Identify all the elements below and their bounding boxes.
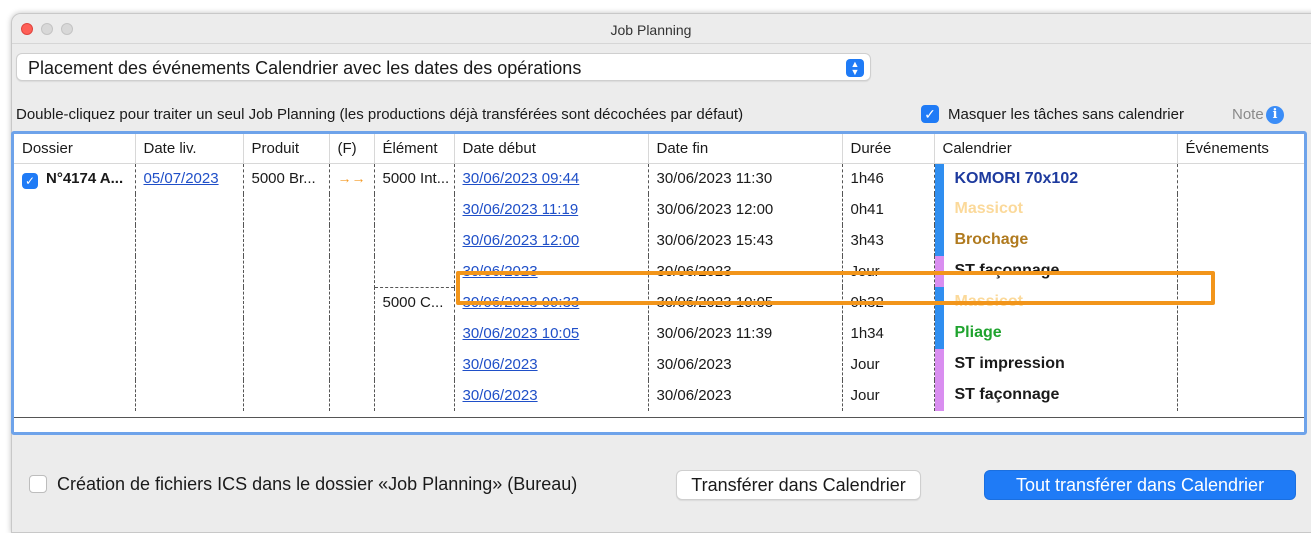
table-bottom-line <box>14 417 1304 418</box>
date-fin-cell: 30/06/2023 15:43 <box>648 225 843 256</box>
column-header-duree[interactable]: Durée <box>842 134 935 164</box>
title-bar: Job Planning <box>12 14 1311 44</box>
calendar-name: Pliage <box>954 324 1002 341</box>
calendrier-cell: Massicot <box>934 194 1178 225</box>
forward-arrow-icon: →→ <box>337 169 366 186</box>
column-header-f[interactable]: (F) <box>329 134 375 164</box>
duree-cell: 1h34 <box>842 318 935 349</box>
calendar-color-bar <box>934 318 944 349</box>
column-header-date-fin[interactable]: Date fin <box>648 134 843 164</box>
ics-files-checkbox[interactable] <box>29 475 47 493</box>
date-debut-link[interactable]: 30/06/2023 10:05 <box>463 325 580 342</box>
calendrier-cell: Brochage <box>934 225 1178 256</box>
duree-cell: 1h46 <box>842 163 935 194</box>
calendar-color-bar <box>934 380 944 411</box>
duree-cell: 0h41 <box>842 194 935 225</box>
mask-tasks-label[interactable]: Masquer les tâches sans calendrier <box>948 106 1184 123</box>
date-fin-cell: 30/06/2023 12:00 <box>648 194 843 225</box>
info-icon[interactable]: i <box>1266 106 1284 124</box>
mask-tasks-checkbox[interactable]: ✓ <box>921 105 939 123</box>
calendar-name: KOMORI 70x102 <box>954 169 1079 187</box>
placement-mode-value: Placement des événements Calendrier avec… <box>28 58 582 78</box>
transfer-button[interactable]: Transférer dans Calendrier <box>676 470 921 500</box>
calendar-color-bar <box>934 349 944 380</box>
calendrier-cell: Pliage <box>934 318 1178 349</box>
job-row-checkbox[interactable]: ✓ <box>22 172 38 189</box>
evenements-cell <box>1177 194 1304 225</box>
calendar-name: ST impression <box>954 355 1065 372</box>
calendar-name: Brochage <box>954 231 1029 248</box>
produit-cell: 5000 Br... <box>243 163 330 411</box>
evenements-cell <box>1177 225 1304 256</box>
calendrier-cell: ST façonnage <box>934 380 1178 411</box>
transfer-all-button[interactable]: Tout transférer dans Calendrier <box>984 470 1296 500</box>
evenements-cell <box>1177 163 1304 194</box>
calendar-color-bar <box>934 225 944 256</box>
up-down-arrows-icon: ▲ ▼ <box>846 59 864 77</box>
dossier-value: N°4174 A... <box>46 169 124 187</box>
instructions-text: Double-cliquez pour traiter un seul Job … <box>16 106 744 123</box>
evenements-cell <box>1177 349 1304 380</box>
calendar-name: ST façonnage <box>954 386 1060 403</box>
placement-mode-popup[interactable]: Placement des événements Calendrier avec… <box>16 53 871 81</box>
element-cell: 5000 C... <box>374 286 455 411</box>
calendar-name: Massicot <box>954 200 1023 217</box>
column-header-date-debut[interactable]: Date début <box>454 134 649 164</box>
date-debut-cell: 30/06/2023 <box>454 349 649 380</box>
column-header-produit[interactable]: Produit <box>243 134 330 164</box>
date-fin-cell: 30/06/2023 11:30 <box>648 163 843 194</box>
note-label: Note <box>1232 106 1264 123</box>
date-debut-cell: 30/06/2023 12:00 <box>454 225 649 256</box>
date-debut-link[interactable]: 30/06/2023 11:19 <box>463 201 579 218</box>
date-debut-link[interactable]: 30/06/2023 <box>463 387 538 404</box>
column-header-calendrier[interactable]: Calendrier <box>934 134 1178 164</box>
calendar-color-bar <box>934 194 944 225</box>
column-header-evenements[interactable]: Événements <box>1177 134 1304 164</box>
highlight-box <box>456 271 1215 305</box>
table-header-row: Dossier Date liv. Produit (F) Élément Da… <box>14 134 1304 164</box>
date-debut-link[interactable]: 30/06/2023 <box>463 356 538 373</box>
duree-cell: Jour <box>842 380 935 411</box>
f-cell: →→ <box>329 163 375 411</box>
dossier-cell: ✓ N°4174 A... <box>14 163 136 411</box>
date-debut-cell: 30/06/2023 <box>454 380 649 411</box>
column-header-element[interactable]: Élément <box>374 134 455 164</box>
calendar-color-bar <box>934 163 944 194</box>
calendrier-cell: KOMORI 70x102 <box>934 163 1178 194</box>
date-fin-cell: 30/06/2023 11:39 <box>648 318 843 349</box>
column-header-date-liv[interactable]: Date liv. <box>135 134 244 164</box>
duree-cell: 3h43 <box>842 225 935 256</box>
date-liv-cell: 05/07/2023 <box>135 163 244 411</box>
date-fin-cell: 30/06/2023 <box>648 349 843 380</box>
date-debut-cell: 30/06/2023 09:44 <box>454 163 649 194</box>
date-debut-link[interactable]: 30/06/2023 09:44 <box>463 170 580 187</box>
element-cell: 5000 Int... <box>374 163 455 287</box>
evenements-cell <box>1177 380 1304 411</box>
calendrier-cell: ST impression <box>934 349 1178 380</box>
ics-files-label[interactable]: Création de fichiers ICS dans le dossier… <box>57 474 577 495</box>
date-debut-link[interactable]: 30/06/2023 12:00 <box>463 232 580 249</box>
date-debut-cell: 30/06/2023 10:05 <box>454 318 649 349</box>
table-row[interactable]: ✓ N°4174 A... 05/07/2023 5000 Br... →→ 50… <box>14 163 1304 411</box>
evenements-cell <box>1177 318 1304 349</box>
date-liv-link[interactable]: 05/07/2023 <box>144 170 219 187</box>
column-header-dossier[interactable]: Dossier <box>14 134 136 164</box>
date-debut-cell: 30/06/2023 11:19 <box>454 194 649 225</box>
duree-cell: Jour <box>842 349 935 380</box>
date-fin-cell: 30/06/2023 <box>648 380 843 411</box>
window-title: Job Planning <box>610 22 692 38</box>
